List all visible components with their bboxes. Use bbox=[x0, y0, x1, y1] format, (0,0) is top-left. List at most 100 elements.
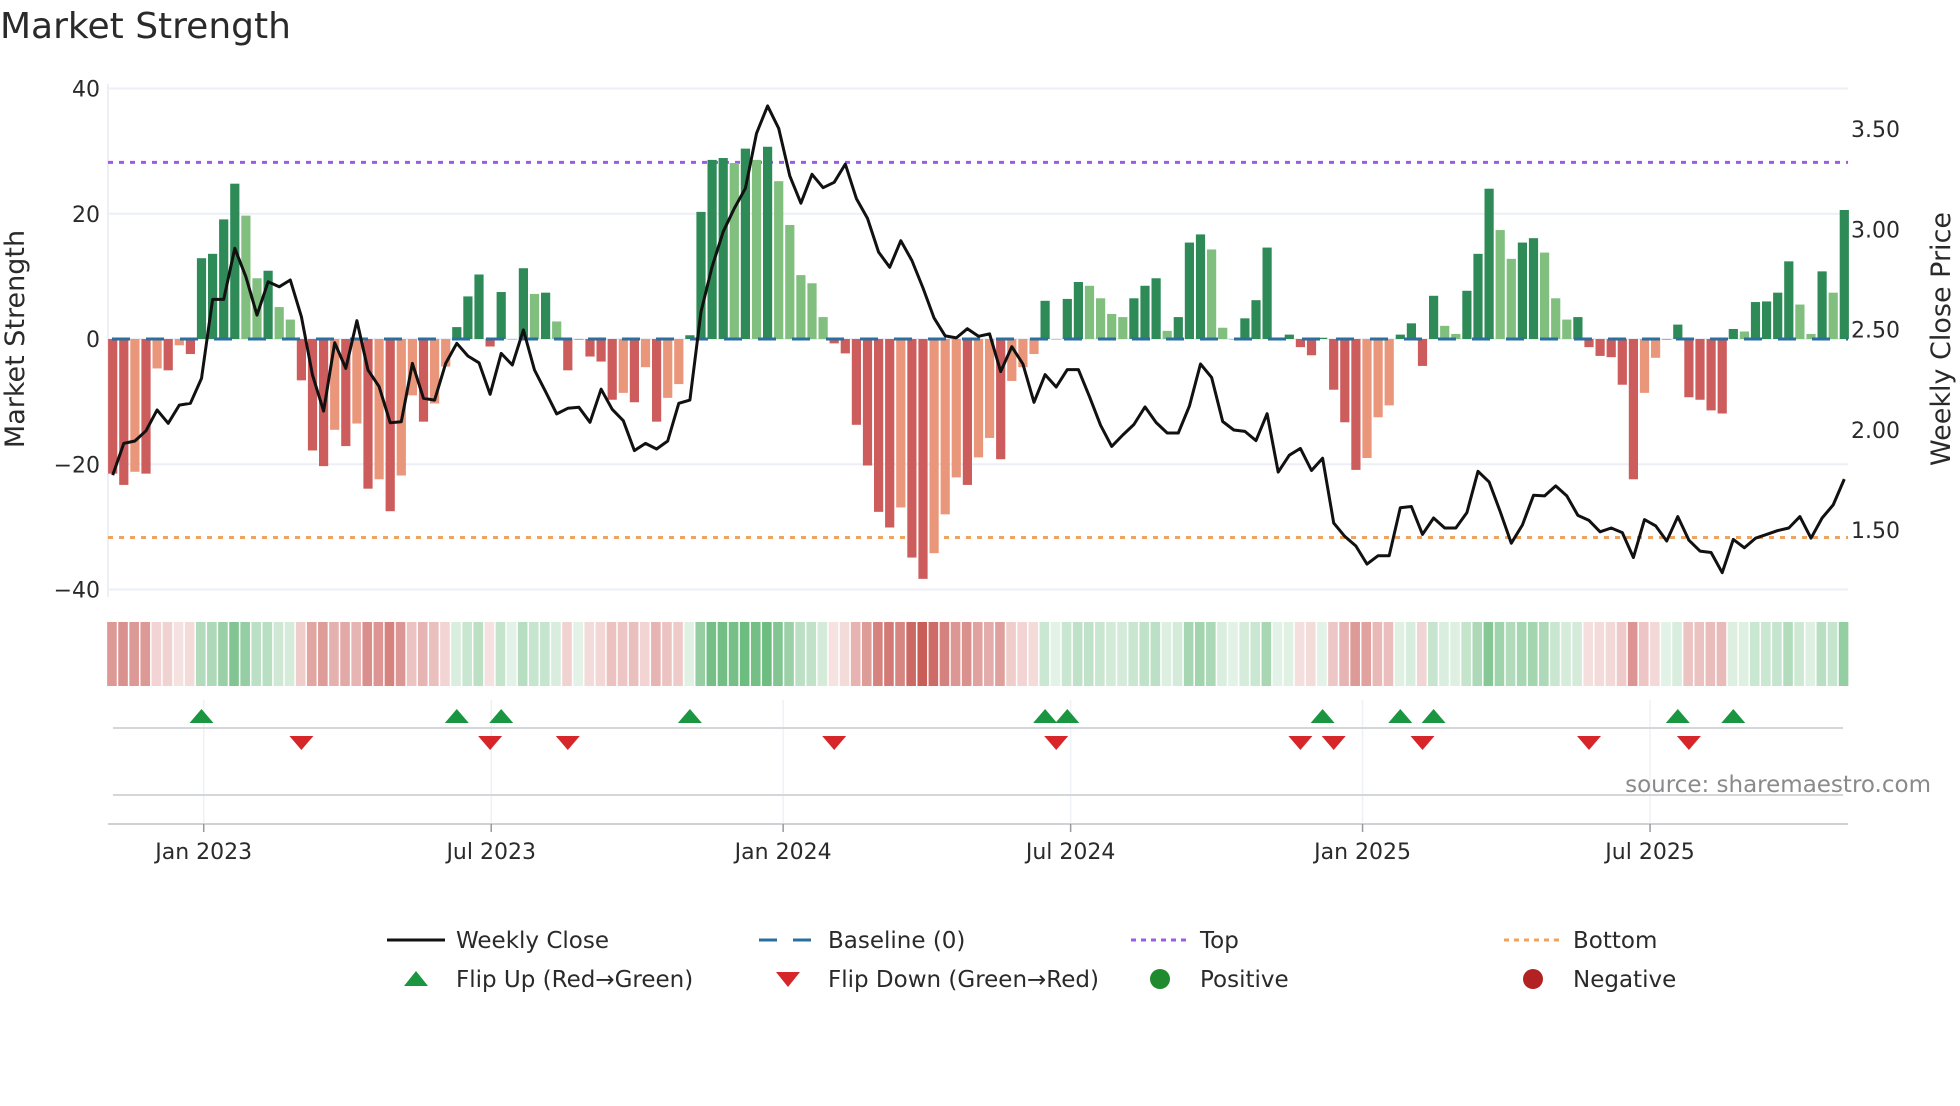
strip-cell bbox=[218, 622, 228, 686]
strip-cell bbox=[107, 622, 117, 686]
strip-cell bbox=[1050, 622, 1061, 686]
strip-cell bbox=[1339, 622, 1349, 686]
strip-cell bbox=[884, 622, 894, 686]
strip-cell bbox=[617, 622, 628, 686]
strength-bar bbox=[1429, 295, 1439, 339]
strip-cell bbox=[1317, 622, 1327, 686]
y-tick-label: 20 bbox=[72, 203, 100, 228]
strength-bar bbox=[1484, 188, 1494, 339]
strip-cell bbox=[706, 622, 717, 686]
strip-cell bbox=[1161, 622, 1172, 686]
y-tick-label: 0 bbox=[86, 328, 100, 353]
strength-bar bbox=[274, 307, 284, 339]
strength-bar bbox=[929, 339, 939, 554]
strength-bar bbox=[1262, 247, 1272, 339]
strength-bar bbox=[1151, 278, 1161, 339]
strip-cell bbox=[1305, 622, 1316, 686]
legend-label: Top bbox=[1199, 928, 1239, 954]
strip-cell bbox=[129, 622, 139, 686]
strip-cell bbox=[1439, 622, 1449, 686]
strip-cell bbox=[639, 622, 650, 686]
legend-flip-down-icon bbox=[776, 972, 800, 987]
legend: Weekly Close Baseline (0) Top Bottom Flip Up… bbox=[387, 928, 1676, 993]
legend-label: Flip Down (Green→Red) bbox=[828, 967, 1099, 993]
strength-bar bbox=[496, 292, 506, 339]
strength-bar bbox=[796, 275, 806, 339]
strip-cell bbox=[1638, 622, 1649, 686]
strip-cell bbox=[1350, 622, 1360, 686]
strip-cell bbox=[1183, 622, 1194, 686]
strip-cell bbox=[118, 622, 128, 686]
strip-cell bbox=[340, 622, 350, 686]
y2-tick-label: 3.00 bbox=[1851, 218, 1900, 243]
strength-bar bbox=[119, 339, 129, 485]
flip-up-marker bbox=[1421, 709, 1446, 723]
legend-positive-icon bbox=[1150, 969, 1170, 989]
flip-down-marker bbox=[1410, 736, 1435, 750]
strip-cell bbox=[1261, 622, 1272, 686]
strength-bar bbox=[1040, 300, 1050, 339]
strength-bar bbox=[1406, 323, 1416, 339]
strength-bar bbox=[541, 292, 551, 339]
strength-bar bbox=[1817, 271, 1827, 339]
strip-cell bbox=[1405, 622, 1416, 686]
strip-cell bbox=[1106, 622, 1116, 686]
y2-tick-label: 2.50 bbox=[1851, 319, 1900, 344]
flip-up-marker bbox=[489, 709, 514, 723]
strength-bar bbox=[1540, 252, 1550, 339]
strength-bar bbox=[1051, 339, 1061, 340]
strip-cell bbox=[207, 622, 217, 686]
strength-bar bbox=[1595, 339, 1605, 356]
strength-bar bbox=[707, 159, 717, 339]
strip-cell bbox=[284, 622, 295, 686]
strip-cell bbox=[1117, 622, 1127, 686]
legend-label: Weekly Close bbox=[456, 928, 609, 954]
strength-bar bbox=[1306, 339, 1317, 356]
flip-down-marker bbox=[1321, 736, 1346, 750]
strip-cell bbox=[162, 622, 173, 686]
strip-cell bbox=[1594, 622, 1605, 686]
left-axis-ticks: 40 20 0 −20 −40 bbox=[54, 78, 100, 604]
strength-bar bbox=[1684, 339, 1694, 398]
strip-cell bbox=[1827, 622, 1838, 686]
strip-cell bbox=[551, 622, 561, 686]
strip-cell bbox=[1472, 622, 1483, 686]
strength-bar bbox=[1528, 238, 1539, 339]
strength-bar bbox=[1195, 234, 1206, 339]
strip-cell bbox=[861, 622, 872, 686]
strip-cell bbox=[1139, 622, 1150, 686]
strength-bar bbox=[618, 339, 628, 393]
strength-bar bbox=[674, 339, 684, 385]
strength-bar bbox=[951, 339, 961, 478]
strength-bar bbox=[1728, 328, 1738, 339]
y2-tick-label: 1.50 bbox=[1851, 519, 1900, 544]
strip-cell bbox=[1450, 622, 1460, 686]
x-tick-label: Jul 2024 bbox=[1024, 840, 1116, 865]
flip-down-marker bbox=[1044, 736, 1069, 750]
strength-bar bbox=[1495, 230, 1505, 339]
strength-bar bbox=[1628, 339, 1638, 480]
strip-cell bbox=[1627, 622, 1638, 686]
strength-bar bbox=[1084, 285, 1095, 339]
flip-up-marker bbox=[677, 709, 702, 723]
strip-cell bbox=[1194, 622, 1205, 686]
strip-cell bbox=[1328, 622, 1338, 686]
strength-bar bbox=[1218, 327, 1228, 339]
strength-bar bbox=[185, 339, 195, 355]
strip-cell bbox=[1694, 622, 1705, 686]
strength-bar bbox=[985, 339, 995, 438]
strength-bar bbox=[962, 339, 972, 485]
strength-bar bbox=[1173, 317, 1183, 339]
strength-bar bbox=[940, 339, 950, 515]
strip-cell bbox=[1017, 622, 1027, 686]
strip-cell bbox=[1705, 622, 1716, 686]
strength-bar bbox=[374, 339, 384, 480]
strip-cell bbox=[950, 622, 961, 686]
flip-down-marker bbox=[822, 736, 847, 750]
strip-cell bbox=[1727, 622, 1738, 686]
strip-cell bbox=[628, 622, 639, 686]
strength-bar bbox=[862, 339, 873, 466]
strength-bar bbox=[141, 339, 151, 474]
strip-cell bbox=[961, 622, 972, 686]
strip-cell bbox=[1494, 622, 1505, 686]
